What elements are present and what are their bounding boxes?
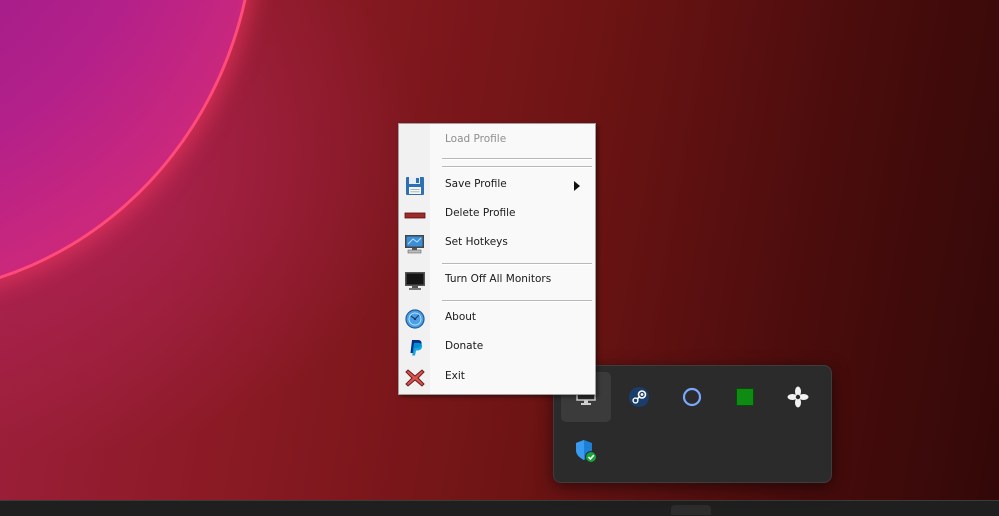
menu-item-delete-profile[interactable]: Delete Profile <box>399 202 595 228</box>
menu-separator <box>442 263 592 265</box>
menu-item-exit[interactable]: Exit <box>399 365 595 391</box>
menu-separator <box>442 300 592 302</box>
globe-info-icon <box>405 309 425 329</box>
menu-item-load-profile[interactable]: Load Profile <box>399 128 595 154</box>
menu-item-donate[interactable]: Donate <box>399 335 595 361</box>
monitor-keyboard-icon <box>405 235 424 254</box>
menu-separator <box>442 166 592 168</box>
floppy-disk-icon <box>406 177 424 195</box>
tray-context-menu: Load Profile Save Profile Delete Profile <box>398 123 596 395</box>
taskbar <box>0 500 999 516</box>
tray-fan-control[interactable] <box>773 372 823 422</box>
delete-bar-icon <box>404 212 426 219</box>
fan-icon <box>787 386 809 408</box>
green-square-icon <box>736 388 754 406</box>
menu-item-label: Exit <box>445 370 465 382</box>
red-x-icon <box>405 369 425 387</box>
menu-item-label: Donate <box>445 340 484 352</box>
menu-item-label: Turn Off All Monitors <box>445 273 552 285</box>
taskbar-button[interactable] <box>671 505 711 515</box>
submenu-arrow-icon <box>574 181 580 191</box>
menu-item-label: Delete Profile <box>445 207 516 219</box>
menu-item-label: Load Profile <box>445 133 507 145</box>
monitor-off-icon <box>405 272 425 290</box>
tray-windows-security[interactable] <box>561 426 611 476</box>
menu-item-label: Save Profile <box>445 178 507 190</box>
menu-item-turn-off-monitors[interactable]: Turn Off All Monitors <box>399 268 595 294</box>
steam-icon <box>629 387 649 407</box>
tray-steam[interactable] <box>614 372 664 422</box>
menu-item-label: About <box>445 311 477 323</box>
tray-green-app[interactable] <box>720 372 770 422</box>
tray-cortana[interactable] <box>667 372 717 422</box>
menu-item-set-hotkeys[interactable]: Set Hotkeys <box>399 231 595 257</box>
menu-item-label: Set Hotkeys <box>445 236 508 248</box>
wallpaper-swirl <box>0 0 256 296</box>
windows-security-icon <box>576 440 597 463</box>
menu-item-about[interactable]: About <box>399 306 595 332</box>
paypal-icon <box>410 340 423 356</box>
cortana-ring-icon <box>682 387 702 407</box>
menu-item-save-profile[interactable]: Save Profile <box>399 173 595 199</box>
menu-separator <box>442 158 592 160</box>
